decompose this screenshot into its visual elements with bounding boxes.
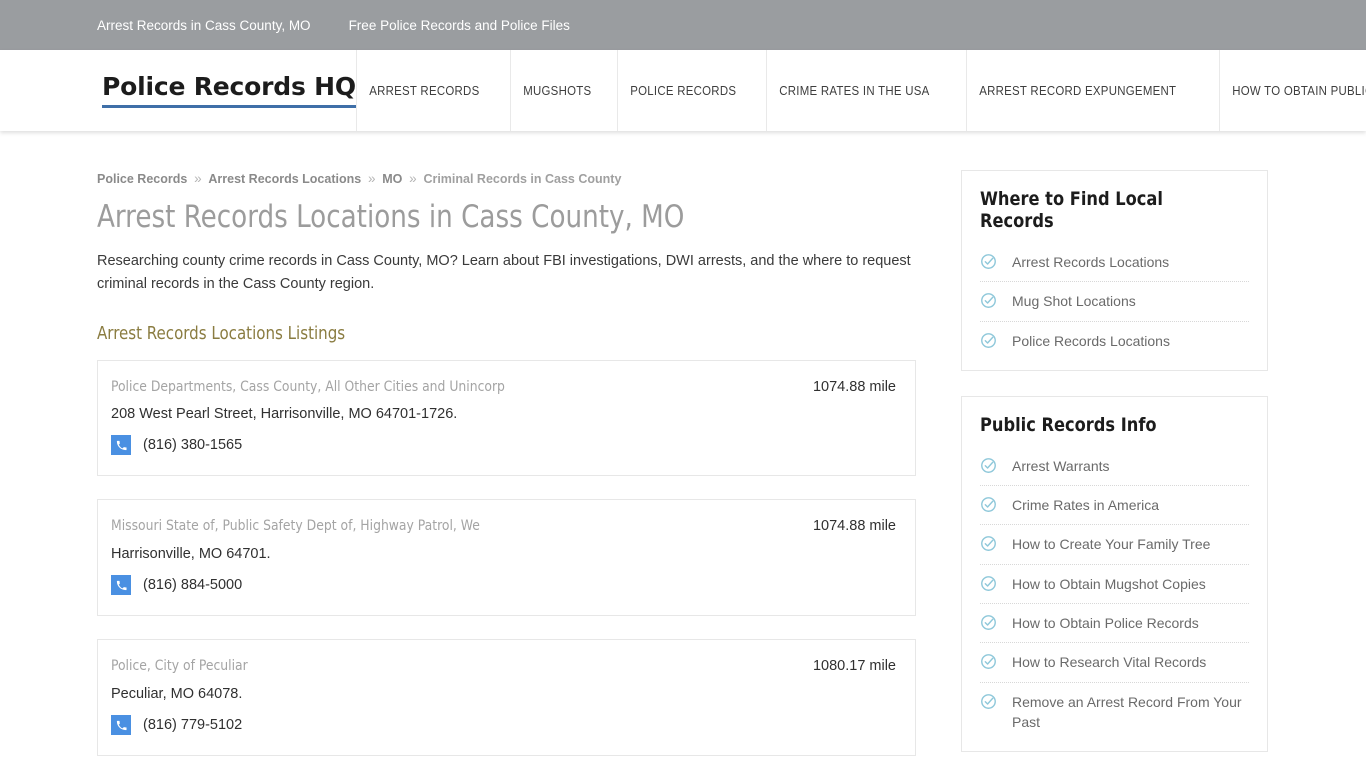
listing-details: Missouri State of, Public Safety Dept of… [111,517,793,596]
sidebar-link-arrest-records-locations[interactable]: Arrest Records Locations [1012,252,1169,272]
nav-item-arrest-records[interactable]: ARREST RECORDS [355,50,492,131]
list-item[interactable]: How to Obtain Police Records [980,604,1249,644]
breadcrumb-item-police-records[interactable]: Police Records [97,172,187,186]
topbar-link-free-police-records[interactable]: Free Police Records and Police Files [349,18,570,33]
breadcrumb: Police Records » Arrest Records Location… [97,170,916,188]
sidebar-link-mug-shot-locations[interactable]: Mug Shot Locations [1012,291,1136,311]
circle-check-icon [980,292,997,309]
widget-link-list: Arrest Records Locations Mug Shot Locati… [980,243,1249,360]
list-item[interactable]: Remove an Arrest Record From Your Past [980,683,1249,742]
sidebar-link-how-to-obtain-police-records[interactable]: How to Obtain Police Records [1012,613,1199,633]
circle-check-icon [980,535,997,552]
circle-check-icon [980,575,997,592]
sidebar-link-arrest-warrants[interactable]: Arrest Warrants [1012,456,1110,476]
listing-phone-link[interactable]: (816) 884-5000 [143,578,242,593]
widget-title: Public Records Info [980,413,1157,436]
sidebar: Where to Find Local Records Arrest Recor… [961,170,1268,768]
listing-phone-link[interactable]: (816) 779-5102 [143,718,242,733]
sidebar-link-how-to-create-your-family-tree[interactable]: How to Create Your Family Tree [1012,534,1210,554]
site-logo[interactable]: Police Records HQ [102,73,356,108]
phone-icon [111,715,131,736]
phone-icon [111,575,131,596]
list-item[interactable]: Arrest Records Locations [980,243,1249,283]
sidebar-link-remove-an-arrest-record-from-your-past[interactable]: Remove an Arrest Record From Your Past [1012,692,1249,733]
listing-name-link[interactable]: Police, City of Peculiar [111,657,759,677]
logo-container: Police Records HQ [0,50,356,131]
circle-check-icon [980,253,997,270]
widget-where-to-find-local-records: Where to Find Local Records Arrest Recor… [961,170,1268,371]
listing-phone-row: (816) 380-1565 [111,435,793,456]
sidebar-link-crime-rates-in-america[interactable]: Crime Rates in America [1012,495,1159,515]
widget-public-records-info: Public Records Info Arrest Warrants Crim… [961,395,1268,753]
breadcrumb-item-arrest-records-locations[interactable]: Arrest Records Locations [208,172,361,186]
breadcrumb-separator-icon: » [367,171,376,186]
page-body: Police Records » Arrest Records Location… [0,131,1366,768]
list-item[interactable]: How to Create Your Family Tree [980,525,1249,565]
listing-distance: 1080.17 mile [812,658,896,675]
circle-check-icon [980,332,997,349]
listing-details: Police Departments, Cass County, All Oth… [111,378,793,456]
main-content: Police Records » Arrest Records Location… [97,170,916,768]
listing-card[interactable]: Missouri State of, Public Safety Dept of… [97,499,916,617]
listing-phone-link[interactable]: (816) 380-1565 [143,438,242,453]
listing-address: Peculiar, MO 64078. [111,685,243,702]
listings-heading: Arrest Records Locations Listings [97,322,346,344]
listing-name-link[interactable]: Police Departments, Cass County, All Oth… [111,378,759,398]
circle-check-icon [980,653,997,670]
sidebar-link-police-records-locations[interactable]: Police Records Locations [1012,331,1170,351]
site-header: Police Records HQ ARREST RECORDS MUGSHOT… [0,50,1366,131]
list-item[interactable]: How to Obtain Mugshot Copies [980,565,1249,605]
listing-name-link[interactable]: Missouri State of, Public Safety Dept of… [111,517,759,537]
page-title: Arrest Records Locations in Cass County,… [97,198,685,235]
listing-details: Police, City of Peculiar Peculiar, MO 64… [111,657,793,736]
listing-phone-row: (816) 779-5102 [111,715,793,736]
main-navigation: ARREST RECORDS MUGSHOTS POLICE RECORDS C… [355,50,1366,131]
circle-check-icon [980,614,997,631]
sidebar-link-how-to-obtain-mugshot-copies[interactable]: How to Obtain Mugshot Copies [1012,574,1206,594]
nav-item-arrest-record-expungement[interactable]: ARREST RECORD EXPUNGEMENT [966,50,1189,131]
circle-check-icon [980,457,997,474]
listing-card[interactable]: Police, City of Peculiar Peculiar, MO 64… [97,639,916,757]
intro-paragraph: Researching county crime records in Cass… [97,253,911,293]
breadcrumb-separator-icon: » [409,171,417,186]
listing-phone-row: (816) 884-5000 [111,575,793,596]
list-item[interactable]: Arrest Warrants [980,447,1249,487]
nav-item-crime-rates-in-the-usa[interactable]: CRIME RATES IN THE USA [766,50,942,131]
listing-distance: 1074.88 mile [812,378,896,395]
widget-link-list: Arrest Warrants Crime Rates in America H… [980,447,1249,741]
circle-check-icon [980,693,997,710]
phone-icon [111,435,131,456]
list-item[interactable]: Mug Shot Locations [980,282,1249,322]
nav-item-how-to-obtain-public-records[interactable]: HOW TO OBTAIN PUBLIC RECORDS [1219,50,1366,131]
breadcrumb-separator-icon: » [194,171,202,186]
breadcrumb-item-current: Criminal Records in Cass County [423,172,622,186]
list-item[interactable]: Crime Rates in America [980,486,1249,526]
list-item[interactable]: Police Records Locations [980,322,1249,360]
list-item[interactable]: How to Research Vital Records [980,643,1249,683]
sidebar-link-how-to-research-vital-records[interactable]: How to Research Vital Records [1012,652,1206,672]
listing-address: Harrisonville, MO 64701. [111,545,271,562]
listing-card[interactable]: Police Departments, Cass County, All Oth… [97,359,916,477]
nav-item-police-records[interactable]: POLICE RECORDS [616,50,749,131]
listing-address: 208 West Pearl Street, Harrisonville, MO… [111,406,458,423]
nav-item-mugshots[interactable]: MUGSHOTS [510,50,604,131]
breadcrumb-item-mo[interactable]: MO [382,172,402,186]
listing-distance: 1074.88 mile [812,518,896,535]
topbar-link-arrest-records[interactable]: Arrest Records in Cass County, MO [97,18,311,33]
widget-title: Where to Find Local Records [980,188,1163,232]
top-utility-bar: Arrest Records in Cass County, MO Free P… [0,0,1366,50]
circle-check-icon [980,496,997,513]
